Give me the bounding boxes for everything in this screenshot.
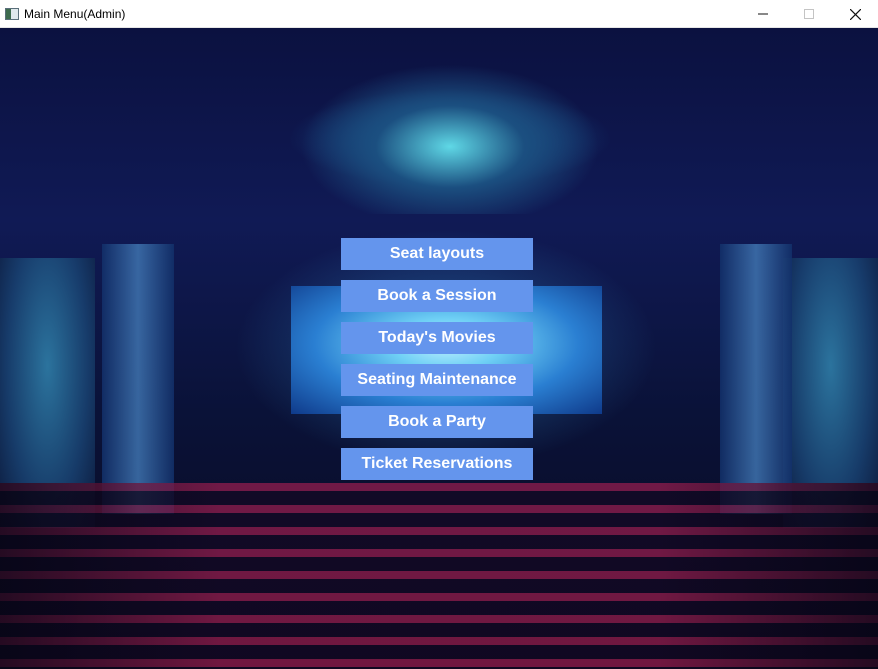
todays-movies-button[interactable]: Today's Movies [341, 322, 533, 354]
book-a-party-button[interactable]: Book a Party [341, 406, 533, 438]
app-icon [5, 7, 19, 20]
window-title: Main Menu(Admin) [24, 6, 126, 21]
seat-layouts-button[interactable]: Seat layouts [341, 238, 533, 270]
close-button[interactable] [832, 0, 878, 28]
title-bar[interactable]: Main Menu(Admin) [0, 0, 878, 28]
left-pillar [102, 244, 174, 514]
ticket-reservations-button[interactable]: Ticket Reservations [341, 448, 533, 480]
main-menu: Seat layouts Book a Session Today's Movi… [341, 238, 533, 490]
minimize-icon [758, 13, 768, 15]
maximize-icon [804, 9, 814, 19]
close-icon [849, 8, 861, 20]
window-controls [740, 0, 878, 28]
main-menu-window: Main Menu(Admin) Seat layouts Book a Ses… [0, 0, 878, 669]
right-pillar [720, 244, 792, 514]
seats-shadow [0, 483, 878, 669]
minimize-button[interactable] [740, 0, 786, 28]
book-a-session-button[interactable]: Book a Session [341, 280, 533, 312]
maximize-button[interactable] [786, 0, 832, 28]
ceiling-ornament [300, 64, 600, 214]
seating-maintenance-button[interactable]: Seating Maintenance [341, 364, 533, 396]
